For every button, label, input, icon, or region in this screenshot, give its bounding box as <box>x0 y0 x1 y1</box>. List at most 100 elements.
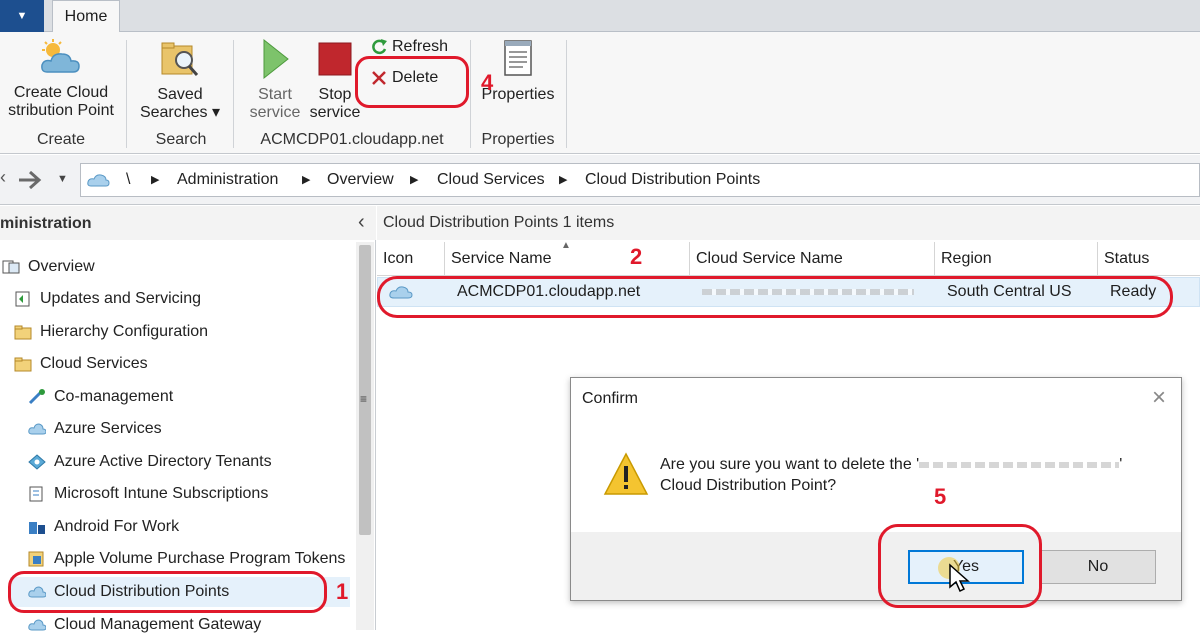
sort-ascending-icon: ▲ <box>561 240 571 251</box>
saved-searches-button[interactable]: Saved Searches ▾ <box>136 38 224 122</box>
folder-search-icon <box>161 42 199 76</box>
breadcrumb-item[interactable]: Administration <box>177 171 278 189</box>
android-work-icon <box>29 522 45 534</box>
nav-item-label: Cloud Services <box>40 355 148 372</box>
chevron-right-icon[interactable]: ▶ <box>559 173 567 186</box>
dialog-message-line1: Are you sure you want to delete the ' ' <box>660 456 1122 474</box>
nav-item-cloud-management-gateway[interactable]: Cloud Management Gateway <box>28 610 261 640</box>
create-cloud-dp-label-1: Create Cloud <box>13 84 109 101</box>
history-dropdown-icon[interactable]: ▼ <box>57 173 68 185</box>
apple-vpp-icon <box>28 551 44 567</box>
azure-ad-icon <box>28 454 46 470</box>
dialog-message-text: Are you sure you want to delete the ' <box>660 456 920 473</box>
nav-item-co-management[interactable]: Co-management <box>28 382 173 412</box>
nav-item-label: Azure Active Directory Tenants <box>54 453 272 470</box>
column-header-cloud-service-name[interactable]: Cloud Service Name <box>690 242 935 276</box>
column-header-status[interactable]: Status <box>1098 242 1200 276</box>
nav-item-azure-services[interactable]: Azure Services <box>28 414 162 444</box>
annotation-number: 2 <box>630 244 643 269</box>
nav-item-label: Hierarchy Configuration <box>40 323 209 340</box>
nav-item-label: Android For Work <box>54 518 180 535</box>
ribbon-separator <box>566 40 567 148</box>
cloud-icon <box>28 423 46 435</box>
annotation-highlight-nav <box>8 571 327 613</box>
properties-icon <box>504 40 532 76</box>
saved-searches-label-2: Searches ▾ <box>139 104 221 121</box>
column-header-region[interactable]: Region <box>935 242 1098 276</box>
cloud-sun-icon <box>41 39 80 73</box>
no-button[interactable]: No <box>1040 550 1156 584</box>
nav-item-label: Azure Services <box>54 420 162 437</box>
group-label-server: ACMCDP01.cloudapp.net <box>260 131 444 148</box>
nav-item-label: Microsoft Intune Subscriptions <box>54 485 269 502</box>
list-title: Cloud Distribution Points 1 items <box>383 214 615 231</box>
ribbon-separator <box>126 40 127 148</box>
breadcrumb-item[interactable]: Cloud Services <box>437 171 545 189</box>
overview-icon <box>2 260 20 274</box>
breadcrumb-root[interactable]: \ <box>126 171 130 189</box>
group-label-properties: Properties <box>481 131 555 148</box>
annotation-highlight-yes <box>878 524 1042 608</box>
nav-item-apple-vpp-tokens[interactable]: Apple Volume Purchase Program Tokens <box>28 544 345 574</box>
start-service-label-1: Start <box>258 86 292 103</box>
refresh-button[interactable]: Refresh <box>370 38 448 56</box>
start-service-button[interactable]: Start service <box>246 38 304 122</box>
nav-item-cloud-services[interactable]: Cloud Services <box>14 349 148 379</box>
nav-item-overview[interactable]: Overview <box>2 252 95 282</box>
breadcrumb-item[interactable]: Cloud Distribution Points <box>585 171 760 189</box>
scrollbar-thumb[interactable] <box>359 245 371 535</box>
dialog-title: Confirm <box>582 390 639 407</box>
cloud-icon <box>28 619 46 631</box>
create-cloud-dp-button[interactable]: Create Cloud stribution Point <box>0 38 122 120</box>
group-label-create: Create <box>36 131 86 148</box>
ribbon-separator <box>233 40 234 148</box>
nav-item-label: Updates and Servicing <box>40 290 201 307</box>
annotation-number: 5 <box>934 484 947 509</box>
annotation-highlight-row <box>377 276 1173 318</box>
ribbon-tab-strip <box>0 0 1200 32</box>
intune-icon <box>29 486 43 502</box>
back-arrow-icon: ‹ <box>0 167 6 187</box>
collapse-pane-button[interactable]: ‹ <box>358 211 365 234</box>
back-button[interactable]: ‹ <box>0 167 12 193</box>
annotation-number: 4 <box>481 70 494 95</box>
start-service-label-2: service <box>249 104 301 121</box>
tab-home[interactable]: Home <box>52 0 120 33</box>
nav-item-label: Apple Volume Purchase Program Tokens <box>54 550 346 567</box>
chevron-right-icon[interactable]: ▶ <box>302 173 310 186</box>
cloud-icon <box>87 174 110 187</box>
nav-item-hierarchy-configuration[interactable]: Hierarchy Configuration <box>14 317 208 347</box>
annotation-highlight-delete <box>355 56 469 108</box>
co-management-icon <box>28 389 45 405</box>
updates-icon <box>15 291 30 307</box>
app-menu-button[interactable]: ▼ <box>0 0 44 32</box>
nav-item-updates-servicing[interactable]: Updates and Servicing <box>14 284 201 314</box>
grip-icon: ≡ <box>360 392 368 406</box>
ribbon-separator <box>470 40 471 148</box>
redacted-text <box>919 461 1120 468</box>
chevron-right-icon[interactable]: ▶ <box>151 173 159 186</box>
dialog-message-line2: Cloud Distribution Point? <box>660 477 837 494</box>
annotation-number: 1 <box>336 579 349 604</box>
stop-service-label-2: service <box>309 104 361 121</box>
group-label-search: Search <box>155 131 207 148</box>
nav-item-label: Cloud Management Gateway <box>54 616 262 633</box>
stop-icon <box>318 42 352 76</box>
nav-item-label: Overview <box>28 258 95 275</box>
folder-icon <box>14 325 32 340</box>
column-header-icon[interactable]: Icon <box>377 242 445 276</box>
play-icon <box>263 38 289 80</box>
forward-arrow-icon[interactable] <box>16 168 44 192</box>
refresh-icon <box>372 39 387 55</box>
navigation-title: ministration <box>0 215 92 232</box>
nav-item-intune-subscriptions[interactable]: Microsoft Intune Subscriptions <box>28 479 268 509</box>
warning-icon <box>603 452 649 495</box>
breadcrumb-item[interactable]: Overview <box>327 171 394 189</box>
folder-icon <box>14 357 32 372</box>
close-icon[interactable]: × <box>1152 384 1166 412</box>
nav-item-android-for-work[interactable]: Android For Work <box>28 512 179 542</box>
create-cloud-dp-label-2: stribution Point <box>8 102 114 119</box>
dialog-message-text-end: ' <box>1119 456 1123 473</box>
chevron-right-icon[interactable]: ▶ <box>410 173 418 186</box>
nav-item-azure-ad-tenants[interactable]: Azure Active Directory Tenants <box>28 447 272 477</box>
